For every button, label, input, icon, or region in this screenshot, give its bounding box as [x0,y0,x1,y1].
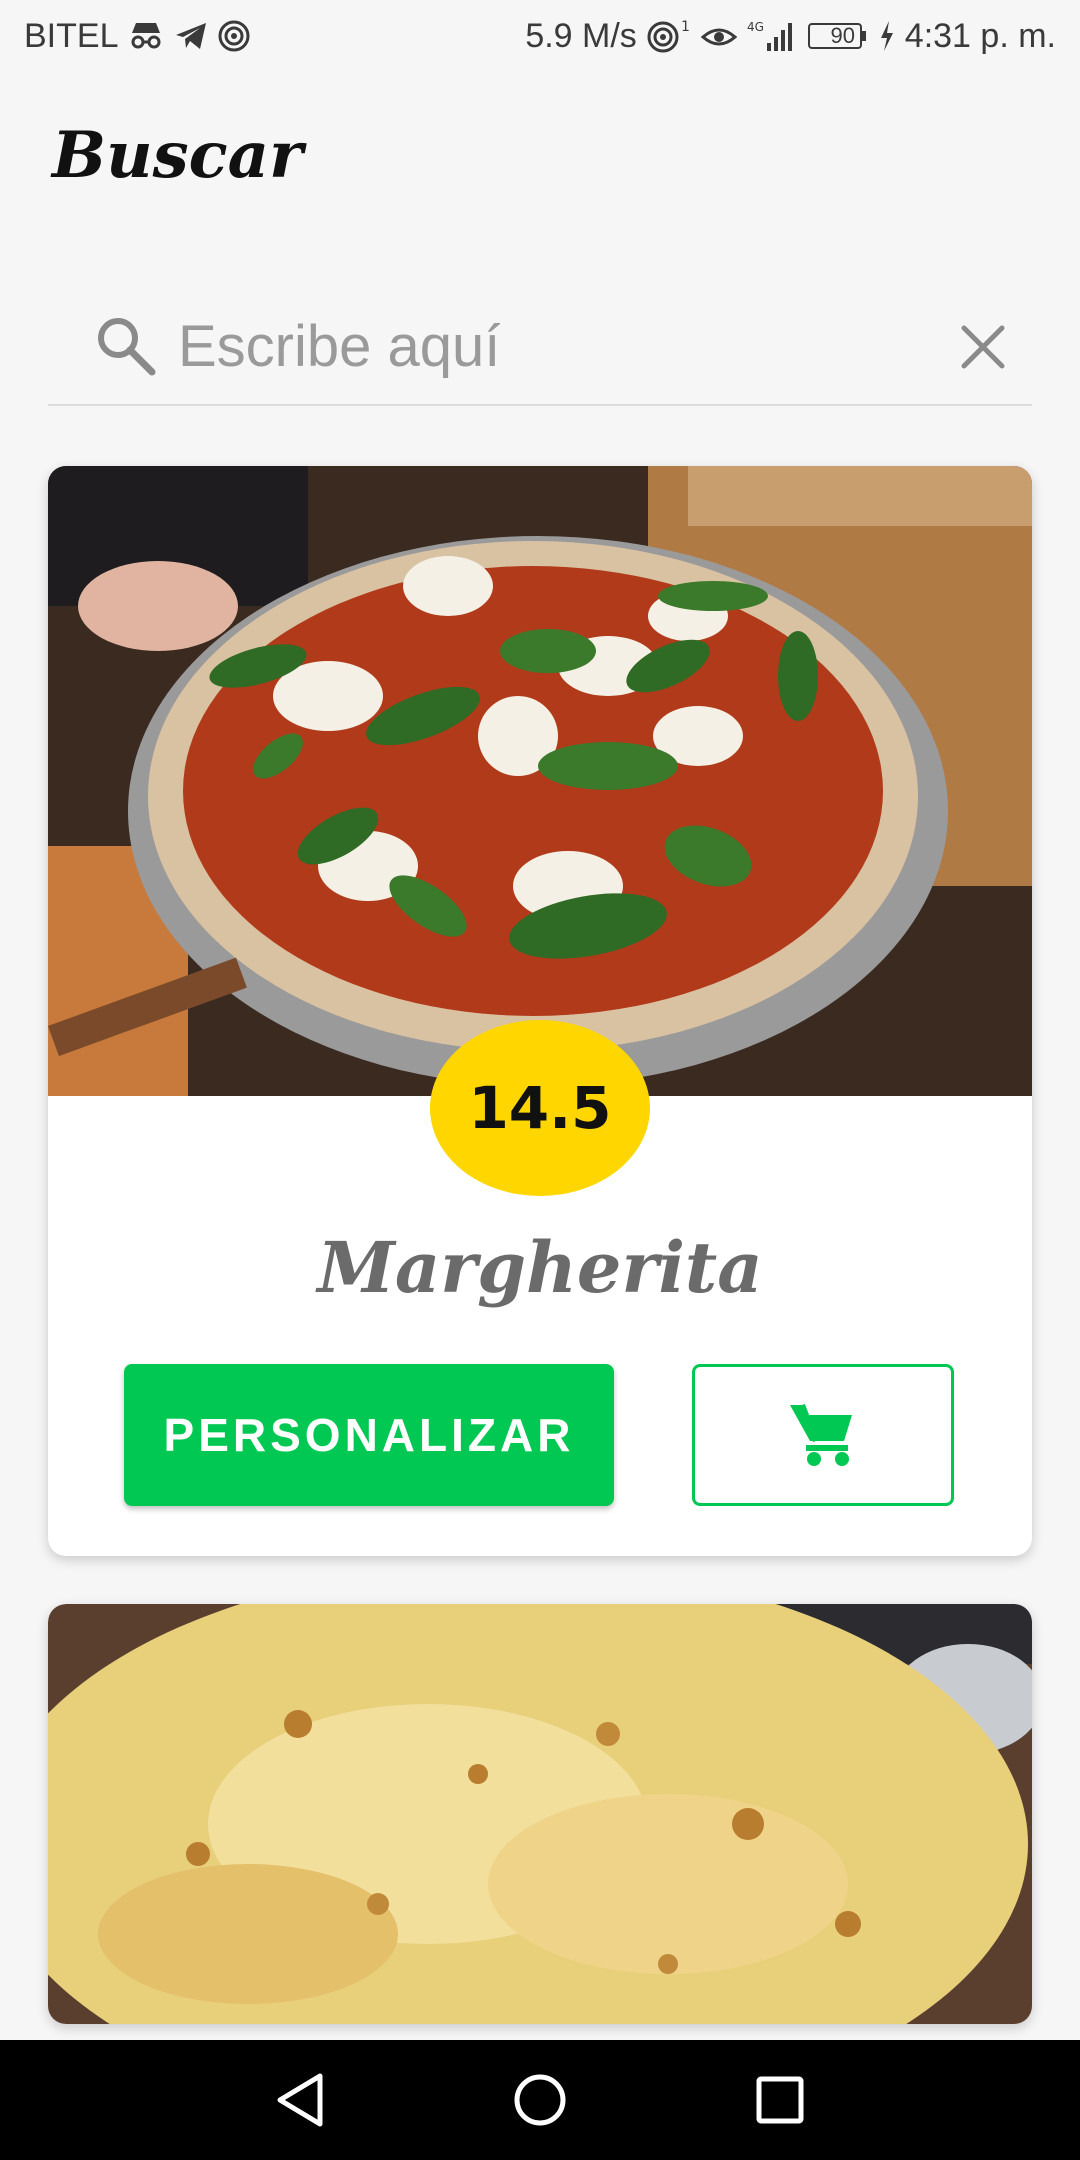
cart-icon [788,1401,858,1470]
svg-text:4G: 4G [747,20,764,34]
telegram-icon [174,21,208,51]
status-right: 5.9 M/s 1 4G 90 4:31 p. m. [525,17,1056,56]
price-badge: 14.5 [430,1020,650,1196]
clear-search-icon[interactable] [948,312,1018,382]
pizza-card: 14.5 Margherita PERSONALIZAR [48,466,1032,1556]
status-bar: BITEL 5.9 M/s 1 4G 90 4:31 p. m. [0,0,1080,72]
eye-comfort-icon [700,21,737,51]
pizza-photo [48,466,1032,1096]
recents-icon[interactable] [735,2055,825,2145]
hotspot-icon [218,20,250,52]
add-to-cart-button[interactable] [692,1364,954,1506]
clock: 4:31 p. m. [904,16,1056,55]
carrier-label: BITEL [24,16,119,55]
status-left: BITEL [24,17,250,56]
search-bar [48,290,1032,406]
system-nav-bar [0,2040,1080,2160]
network-speed: 5.9 M/s [525,16,637,55]
page-title: Buscar [52,118,303,193]
search-icon [92,312,158,383]
pizza-name: Margherita [317,1226,763,1309]
battery-level: 90 [830,23,856,48]
pizza-card [48,1604,1032,2024]
personalize-button[interactable]: PERSONALIZAR [124,1364,614,1506]
hotspot-1-icon: 1 [647,19,691,53]
search-input[interactable] [178,310,938,382]
charging-icon [879,21,895,51]
back-icon[interactable] [255,2055,345,2145]
home-icon[interactable] [495,2055,585,2145]
screen: BITEL 5.9 M/s 1 4G 90 4:31 p. m. Buscar … [0,0,1080,2160]
signal-4g-icon: 4G [747,19,797,53]
incognito-icon [128,21,164,51]
svg-text:1: 1 [681,19,690,35]
cheese-pizza-photo [48,1604,1032,2024]
